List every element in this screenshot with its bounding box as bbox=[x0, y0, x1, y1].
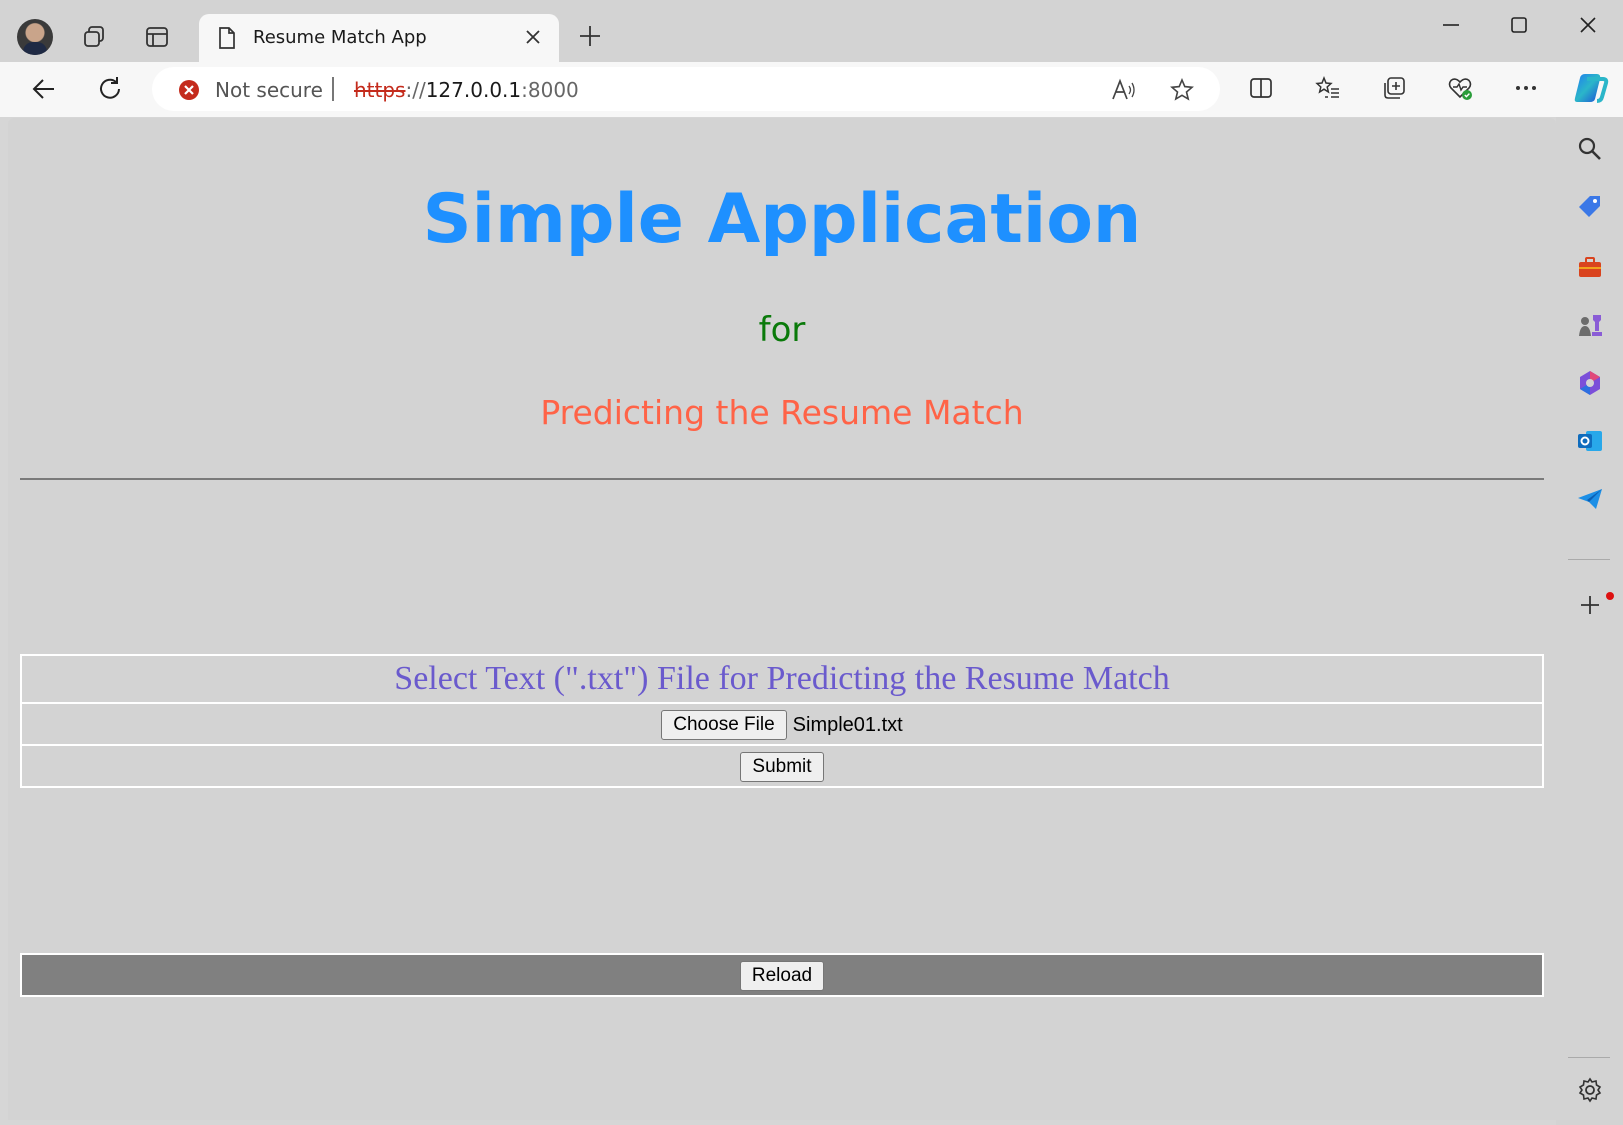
reload-button[interactable]: Reload bbox=[739, 961, 825, 991]
toolbox-icon[interactable] bbox=[1576, 253, 1604, 281]
edge-sidebar bbox=[1556, 117, 1623, 1125]
vertical-tabs-icon[interactable] bbox=[144, 24, 170, 50]
not-secure-icon[interactable] bbox=[178, 79, 200, 101]
reload-bar: Reload bbox=[20, 953, 1544, 997]
tab-title: Resume Match App bbox=[253, 27, 427, 48]
minimize-icon[interactable] bbox=[1440, 14, 1462, 36]
browser-window: Resume Match App Not secure https://127.… bbox=[0, 0, 1623, 1125]
sidebar-divider bbox=[1568, 559, 1610, 560]
address-bar[interactable]: Not secure https://127.0.0.1:8000 bbox=[152, 67, 1220, 111]
url-scheme: https bbox=[354, 78, 406, 102]
url-port: :8000 bbox=[521, 78, 579, 102]
tab-resume-match[interactable]: Resume Match App bbox=[199, 14, 559, 62]
file-input-row: Choose File Simple01.txt bbox=[22, 704, 1542, 746]
add-icon[interactable] bbox=[1578, 593, 1602, 617]
read-aloud-icon[interactable] bbox=[1110, 78, 1136, 102]
for-text: for bbox=[758, 310, 806, 350]
address-separator bbox=[332, 77, 334, 101]
refresh-icon[interactable] bbox=[96, 75, 124, 103]
select-file-label: Select Text (".txt") File for Predicting… bbox=[394, 660, 1170, 697]
url-text[interactable]: https://127.0.0.1:8000 bbox=[354, 78, 579, 102]
page-title: Simple Application bbox=[422, 180, 1142, 259]
send-icon[interactable] bbox=[1576, 485, 1604, 513]
more-options-icon[interactable] bbox=[1513, 75, 1539, 101]
browser-essentials-icon[interactable] bbox=[1447, 75, 1473, 101]
security-label[interactable]: Not secure bbox=[215, 78, 323, 102]
favorite-star-icon[interactable] bbox=[1170, 78, 1194, 102]
submit-button[interactable]: Submit bbox=[740, 752, 824, 782]
close-window-icon[interactable] bbox=[1577, 14, 1599, 36]
address-toolbar: Not secure https://127.0.0.1:8000 bbox=[0, 62, 1623, 117]
submit-row: Submit bbox=[22, 746, 1542, 786]
split-screen-icon[interactable] bbox=[1248, 75, 1274, 101]
choose-file-button[interactable]: Choose File bbox=[661, 710, 787, 740]
collections-icon[interactable] bbox=[1381, 75, 1407, 101]
close-tab-icon[interactable] bbox=[524, 28, 542, 46]
page-content: Simple Application for Predicting the Re… bbox=[8, 118, 1556, 1120]
chess-icon[interactable] bbox=[1576, 311, 1604, 339]
settings-icon[interactable] bbox=[1577, 1077, 1603, 1103]
page-icon bbox=[219, 27, 235, 49]
page-subtitle: Predicting the Resume Match bbox=[540, 393, 1024, 432]
notification-dot bbox=[1606, 592, 1614, 600]
selected-file-name: Simple01.txt bbox=[792, 714, 903, 737]
copilot-icon[interactable] bbox=[1571, 71, 1609, 105]
tab-strip: Resume Match App bbox=[0, 0, 1623, 62]
search-icon[interactable] bbox=[1576, 135, 1604, 163]
copilot-apps-icon[interactable] bbox=[1576, 369, 1604, 397]
horizontal-divider bbox=[20, 478, 1544, 480]
workspaces-icon[interactable] bbox=[81, 24, 107, 50]
favorites-icon[interactable] bbox=[1315, 75, 1341, 101]
new-tab-icon[interactable] bbox=[578, 24, 602, 48]
sidebar-divider-bottom bbox=[1568, 1057, 1610, 1058]
outlook-icon[interactable] bbox=[1576, 427, 1604, 455]
select-label-row: Select Text (".txt") File for Predicting… bbox=[22, 656, 1542, 704]
back-icon[interactable] bbox=[30, 75, 58, 103]
profile-avatar[interactable] bbox=[17, 19, 53, 55]
url-separator: :// bbox=[405, 78, 426, 102]
file-input[interactable]: Choose File Simple01.txt bbox=[661, 710, 903, 740]
maximize-icon[interactable] bbox=[1508, 14, 1530, 36]
tag-icon[interactable] bbox=[1576, 193, 1604, 221]
upload-form-table: Select Text (".txt") File for Predicting… bbox=[20, 654, 1544, 788]
url-host: 127.0.0.1 bbox=[425, 78, 522, 102]
